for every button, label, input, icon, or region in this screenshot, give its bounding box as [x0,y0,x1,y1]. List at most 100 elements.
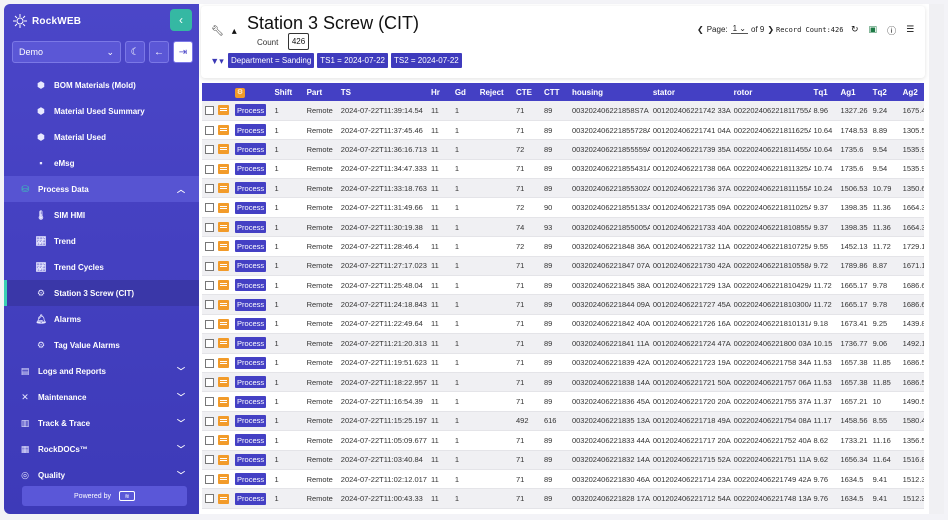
note-icon[interactable] [218,474,230,485]
table-row[interactable]: Process 1 Remote 2024-07-22T11:22:49.64 11 1 7… [202,314,924,335]
info-icon[interactable]: ⓘ [887,24,896,37]
sidebar-item-trend[interactable]: 📈︎ Trend [4,228,199,254]
filter-chip-ts2[interactable]: TS2 = 2024-07-22 [391,53,462,68]
table-row[interactable]: Process 1 Remote 2024-07-22T11:21:20.313 11 1… [202,333,924,354]
next-page-icon[interactable]: ❯ [767,25,774,34]
process-button[interactable]: Process [235,279,267,292]
process-button[interactable]: Process [235,453,267,466]
process-button[interactable]: Process [235,182,267,195]
process-button[interactable]: Process [235,473,267,486]
sidebar-item-rockdocs[interactable]: ▦ RockDOCs™ ﹀ [4,436,199,462]
row-checkbox[interactable] [205,184,214,194]
row-checkbox[interactable] [205,416,214,426]
process-button[interactable]: Process [235,414,267,427]
table-row[interactable]: Process 1 Remote 2024-07-22T11:28:46.4 11 1 72… [202,236,924,257]
row-checkbox[interactable] [205,164,214,174]
note-icon[interactable] [218,319,230,329]
process-button[interactable]: Process [235,104,267,117]
table-row[interactable]: Process 1 Remote 2024-07-22T11:15:25.197 11 1… [202,411,924,432]
sidebar-item-trend-cycles[interactable]: 📈︎ Trend Cycles [4,254,199,280]
process-button[interactable]: Process [235,143,267,156]
sidebar-item-alarms[interactable]: 🔔︎ Alarms [4,306,199,332]
note-icon[interactable] [218,163,230,174]
process-button[interactable]: Process [235,376,267,389]
column-header-rotor[interactable]: rotor [730,83,811,101]
table-row[interactable]: Process 1 Remote 2024-07-22T11:00:43.33 11 1 7… [202,488,924,509]
column-header-part[interactable]: Part [303,83,338,101]
row-checkbox[interactable] [205,261,214,271]
table-row[interactable]: Process 1 Remote 2024-07-22T11:39:14.54 11 1 7… [202,101,924,121]
row-checkbox[interactable] [205,319,214,329]
column-header-shift[interactable]: Shift [271,83,304,101]
sidebar-item-tag-value-alarms[interactable]: ⚙ Tag Value Alarms [4,332,199,358]
row-checkbox[interactable] [205,145,214,155]
row-checkbox[interactable] [205,474,214,484]
note-icon[interactable] [218,105,230,116]
process-button[interactable]: Process [235,162,267,175]
process-button[interactable]: Process [235,337,267,350]
note-icon[interactable] [218,435,230,446]
column-header-ag1[interactable]: Ag1 [837,83,870,101]
table-row[interactable]: Process 1 Remote 2024-07-22T11:31:49.66 11 1 7… [202,197,924,218]
database-select[interactable]: Demo ⌄ [12,41,121,63]
note-icon[interactable] [218,183,230,194]
note-icon[interactable] [218,280,230,291]
row-checkbox[interactable] [205,358,214,368]
table-row[interactable]: Process 1 Remote 2024-07-22T11:34:47.333 11 1… [202,159,924,180]
row-checkbox[interactable] [205,397,214,407]
filter-chip-ts1[interactable]: TS1 = 2024-07-22 [317,53,388,68]
table-row[interactable]: Process 1 Remote 2024-07-22T11:25:48.04 11 1 7… [202,275,924,296]
sidebar-item-bom-materials-mold[interactable]: ⬢ BOM Materials (Mold) [4,72,199,98]
note-icon[interactable] [218,415,230,426]
prev-page-icon[interactable]: ❮ [697,25,704,34]
menu-icon[interactable]: ☰ [906,24,914,37]
wrench-icon[interactable]: 🔧︎ [211,26,224,37]
table-row[interactable]: Process 1 Remote 2024-07-22T11:16:54.39 11 1 7… [202,391,924,412]
refresh-icon[interactable]: ↻ [851,24,859,37]
sidebar-item-station-3-screw-cit[interactable]: ⚙ Station 3 Screw (CIT) [4,280,199,306]
row-checkbox[interactable] [205,242,214,252]
note-icon[interactable] [218,125,230,136]
column-settings-icon[interactable]: ⚙ [235,87,246,98]
note-icon[interactable] [218,377,230,388]
filter-icon[interactable]: ▼▾ [209,54,225,68]
back-button[interactable]: ← [149,41,169,63]
sidebar-item-sim-hmi[interactable]: 🌡︎ SIM HMI [4,202,199,228]
column-header-hr[interactable]: Hr [427,83,452,101]
column-header-tq1[interactable]: Tq1 [810,83,838,101]
note-icon[interactable] [218,338,230,349]
table-row[interactable]: Process 1 Remote 2024-07-22T11:02:12.017 11 1… [202,469,924,490]
process-button[interactable]: Process [235,240,267,253]
row-checkbox[interactable] [205,494,214,504]
table-row[interactable]: Process 1 Remote 2024-07-22T11:05:09.677 11 1… [202,430,924,451]
row-checkbox[interactable] [205,339,214,349]
sidebar-item-material-used[interactable]: ⬢ Material Used [4,124,199,150]
note-icon[interactable] [218,299,230,310]
table-row[interactable]: Process 1 Remote 2024-07-22T11:18:22.957 11 1… [202,372,924,393]
table-row[interactable]: Process 1 Remote 2024-07-22T11:03:40.84 11 1 7… [202,450,924,470]
table-row[interactable]: Process 1 Remote 2024-07-22T11:36:16.713 11 1… [202,139,924,160]
sidebar-item-process-data[interactable]: ⛁ Process Data ︿ [4,176,199,202]
dark-mode-button[interactable]: ☾ [125,41,145,63]
process-button[interactable]: Process [235,298,267,311]
process-button[interactable]: Process [235,356,267,369]
row-checkbox[interactable] [205,125,214,135]
process-button[interactable]: Process [235,201,267,214]
row-checkbox[interactable] [205,455,214,465]
sidebar-item-quality[interactable]: ◎ Quality ﹀ [4,462,199,488]
brand[interactable]: RockWEB [12,12,81,30]
row-checkbox[interactable] [205,222,214,232]
table-row[interactable]: Process 1 Remote 2024-07-22T11:30:19.38 11 1 7… [202,217,924,238]
powered-by-badge[interactable]: Powered by ≋ [22,486,187,506]
note-icon[interactable] [218,241,230,252]
note-icon[interactable] [218,454,230,465]
sidebar-item-logs-and-reports[interactable]: ▤ Logs and Reports ﹀ [4,358,199,384]
row-checkbox[interactable] [205,280,214,290]
note-icon[interactable] [218,396,230,407]
data-table-wrapper[interactable]: ⚙ Shift Part TS Hr Gd Reject CTE CTT housing stato… [202,83,924,511]
page-scrollbar[interactable] [929,4,944,514]
process-button[interactable]: Process [235,395,267,408]
page-select[interactable]: 1 ⌄ [730,24,748,34]
row-checkbox[interactable] [205,106,214,116]
table-row[interactable]: Process 1 Remote 2024-07-22T11:27:17.023 11 1… [202,256,924,277]
